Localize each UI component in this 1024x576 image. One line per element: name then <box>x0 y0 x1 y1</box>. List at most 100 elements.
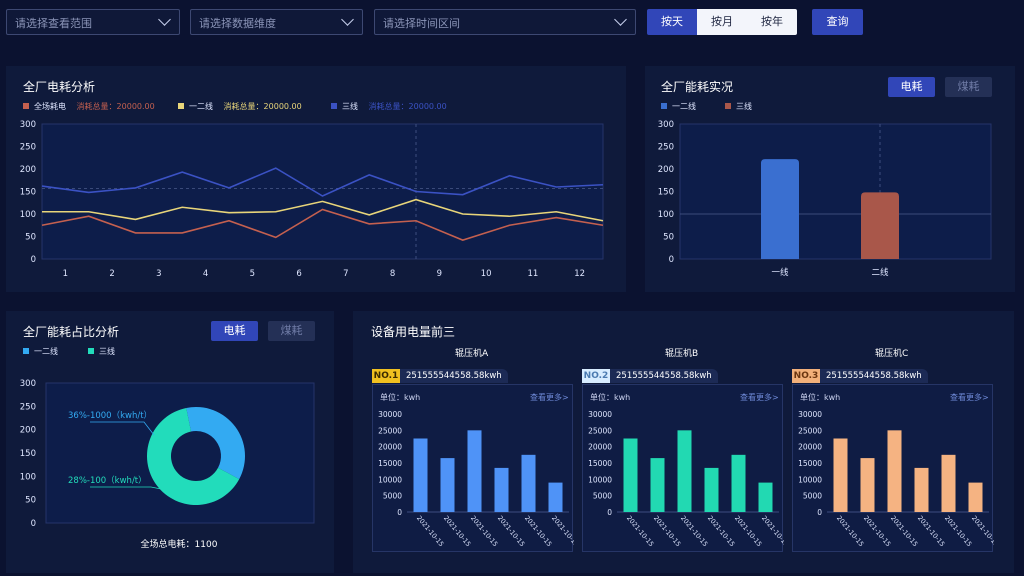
y-tick-label: 5000 <box>383 492 402 501</box>
power-line-chart: 0501001502002503001 2 3 4 5 6 7 8 9 10 11 12 <box>20 120 604 279</box>
y-tick-label: 50 <box>25 496 36 506</box>
scope-select-placeholder: 请选择查看范围 <box>15 17 92 30</box>
by-day-button[interactable]: 按天 <box>647 9 697 35</box>
y-tick-label: 50 <box>663 233 674 243</box>
x-tick-label: 2021-10-15 <box>550 514 574 548</box>
y-tick-label: 30000 <box>798 410 822 419</box>
y-tick-label: 0 <box>607 508 612 517</box>
y-tick-label: 20000 <box>798 443 822 452</box>
chevron-down-icon <box>614 13 627 26</box>
device-name: 辊压机A <box>455 349 489 359</box>
y-tick-label: 0 <box>31 255 36 265</box>
top-devices-panel: 设备用电量前三 辊压机A NO.1 251555544558.58kwh 单位：… <box>353 311 1014 573</box>
x-tick-label: 4 <box>203 269 208 279</box>
y-tick-label: 10000 <box>378 475 402 484</box>
x-tick-label: 2021-10-15 <box>862 514 892 548</box>
x-tick-label: 11 <box>527 269 538 279</box>
plot-area <box>679 123 992 260</box>
dimension-select[interactable]: 请选择数据维度 <box>190 9 363 35</box>
y-tick-label: 0 <box>669 255 674 265</box>
rank-badge: NO.1 <box>372 369 400 383</box>
y-tick-label: 250 <box>20 402 36 412</box>
x-tick-label: 3 <box>156 269 161 279</box>
energy-status-panel: 全厂能耗实况 电耗 煤耗 一二线 三线 0 50 100 150 200 250 300 一线… <box>645 66 1015 292</box>
y-tick-label: 150 <box>20 188 36 198</box>
x-tick-label: 1 <box>63 269 68 279</box>
x-tick-label: 12 <box>574 269 585 279</box>
x-tick-label: 一线 <box>771 267 789 278</box>
by-month-button[interactable]: 按月 <box>697 9 747 35</box>
x-tick-label: 2021-10-15 <box>625 514 655 548</box>
bar-3 <box>704 467 719 512</box>
device-bar-chart: 0 5000 10000 15000 20000 25000 30000 2021-10-15… <box>798 410 994 548</box>
bar-4 <box>521 454 536 512</box>
time-range-placeholder: 请选择时间区间 <box>383 17 460 30</box>
donut-label-1: 28%-100（kwh/t） <box>68 475 147 486</box>
x-tick-label: 10 <box>481 269 492 279</box>
y-tick-label: 100 <box>20 472 36 482</box>
ratio-analysis-panel: 全厂能耗占比分析 电耗 煤耗 一二线 三线 0 50 100 150 200 250 300… <box>6 311 334 573</box>
y-tick-label: 20000 <box>378 443 402 452</box>
bar-0 <box>413 438 428 512</box>
y-tick-label: 10000 <box>588 475 612 484</box>
query-button[interactable]: 查询 <box>812 9 863 35</box>
y-tick-label: 100 <box>658 210 674 220</box>
y-tick-label: 10000 <box>798 475 822 484</box>
bar-5 <box>548 482 563 512</box>
x-tick-label: 二线 <box>871 267 889 278</box>
x-tick-label: 2021-10-15 <box>415 514 445 548</box>
x-tick-label: 8 <box>390 269 395 279</box>
y-tick-label: 200 <box>20 426 36 436</box>
y-tick-label: 25000 <box>798 426 822 435</box>
y-tick-label: 15000 <box>588 459 612 468</box>
x-tick-label: 2 <box>109 269 114 279</box>
x-tick-label: 2021-10-15 <box>943 514 973 548</box>
ratio-donut-chart: 0 50 100 150 200 250 300 36%-1000（kwh/t） 28%-100… <box>20 379 315 529</box>
device-energy-total: 251555544558.58kwh <box>820 369 928 383</box>
dimension-select-placeholder: 请选择数据维度 <box>199 17 276 30</box>
bar-0 <box>623 438 638 512</box>
bar-1 <box>650 458 665 512</box>
bar-0 <box>833 438 848 512</box>
y-tick-label: 25000 <box>378 426 402 435</box>
device-name: 辊压机C <box>875 349 909 359</box>
x-tick-label: 2021-10-15 <box>970 514 994 548</box>
y-tick-label: 300 <box>658 120 674 130</box>
chevron-down-icon <box>158 13 171 26</box>
plot-area <box>41 123 604 260</box>
time-range-select[interactable]: 请选择时间区间 <box>374 9 636 35</box>
x-tick-label: 2021-10-15 <box>706 514 736 548</box>
y-tick-label: 250 <box>658 143 674 153</box>
total-power-label: 全场总电耗：1100 <box>140 540 218 550</box>
y-tick-label: 0 <box>31 519 36 529</box>
y-tick-label: 300 <box>20 379 36 389</box>
by-year-button[interactable]: 按年 <box>747 9 797 35</box>
device-energy-total: 251555544558.58kwh <box>400 369 508 383</box>
y-tick-label: 300 <box>20 120 36 130</box>
bar-5 <box>758 482 773 512</box>
bar-5 <box>968 482 983 512</box>
y-tick-label: 0 <box>397 508 402 517</box>
x-tick-label: 2021-10-15 <box>916 514 946 548</box>
device-energy-total: 251555544558.58kwh <box>610 369 718 383</box>
y-tick-label: 200 <box>20 165 36 175</box>
y-tick-label: 30000 <box>588 410 612 419</box>
y-tick-label: 50 <box>25 233 36 243</box>
y-tick-label: 15000 <box>378 459 402 468</box>
x-tick-label: 6 <box>296 269 301 279</box>
device-bar-chart: 0 5000 10000 15000 20000 25000 30000 2021-10-15… <box>378 410 574 548</box>
x-tick-label: 2021-10-15 <box>760 514 784 548</box>
device-name: 辊压机B <box>665 349 699 359</box>
device-card-b: 单位：kwh 查看更多> 0 5000 10000 15000 20000 25000 30… <box>582 384 784 552</box>
energy-status-chart: 0 50 100 150 200 250 300 一线 二线 <box>658 120 992 278</box>
scope-select[interactable]: 请选择查看范围 <box>6 9 180 35</box>
x-tick-label: 9 <box>437 269 442 279</box>
rank-badge: NO.2 <box>582 369 610 383</box>
y-tick-label: 5000 <box>593 492 612 501</box>
bar-2 <box>887 430 902 512</box>
y-tick-label: 100 <box>20 210 36 220</box>
x-tick-label: 2021-10-15 <box>889 514 919 548</box>
top-devices-title: 设备用电量前三 <box>371 325 456 339</box>
y-tick-label: 30000 <box>378 410 402 419</box>
bar-1 <box>861 192 899 259</box>
